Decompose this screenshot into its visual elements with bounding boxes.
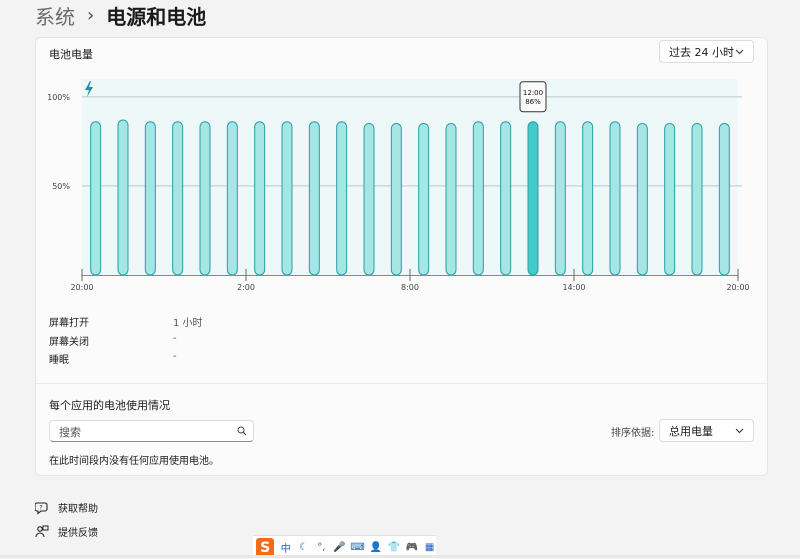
- battery-bar: [500, 121, 512, 276]
- battery-bar: [117, 119, 129, 276]
- sort-label: 排序依据:: [611, 428, 655, 439]
- get-help-label: 获取帮助: [58, 504, 98, 515]
- app-usage-title: 每个应用的电池使用情况: [49, 399, 170, 412]
- get-help-link[interactable]: ? 获取帮助: [35, 500, 98, 515]
- usage-value-sleep: -: [173, 351, 177, 362]
- x-tick-label: 20:00: [726, 283, 749, 292]
- x-tick-label: 8:00: [401, 283, 419, 292]
- battery-chart: 100% 50% 20:00 2:00 8:00 14:00 20:00 12:0086%: [47, 79, 750, 292]
- game-icon[interactable]: 🎮: [405, 541, 418, 555]
- battery-bar: [472, 121, 484, 276]
- search-input[interactable]: [57, 423, 231, 441]
- y-tick-label: 50%: [52, 182, 70, 191]
- usage-label-screen-off: 屏幕关闭: [49, 337, 89, 348]
- breadcrumb-separator: ›: [87, 4, 95, 26]
- battery-bar: [718, 123, 730, 276]
- usage-value-screen-on: 1 小时: [173, 318, 203, 329]
- battery-bar: [90, 121, 102, 276]
- battery-bar: [664, 123, 676, 276]
- battery-bar: [390, 123, 402, 276]
- battery-bar: [418, 123, 430, 276]
- page-title: 电源和电池: [106, 4, 207, 29]
- empty-app-usage-message: 在此时间段内没有任何应用使用电池。: [49, 456, 219, 467]
- apps-icon[interactable]: ▦: [423, 541, 436, 555]
- battery-bar: [527, 121, 539, 276]
- usage-label-sleep: 睡眠: [49, 355, 69, 366]
- tooltip-level: 86%: [525, 98, 541, 106]
- battery-bar: [582, 121, 594, 276]
- feedback-icon: [35, 525, 49, 537]
- battery-bar: [144, 121, 156, 276]
- battery-bar: [199, 121, 211, 276]
- svg-text:?: ?: [39, 504, 42, 511]
- battery-bar: [636, 123, 648, 276]
- sort-dropdown[interactable]: 总用电量: [659, 419, 754, 442]
- tooltip-time: 12:00: [523, 89, 543, 97]
- usage-label-screen-on: 屏幕打开: [49, 318, 89, 329]
- breadcrumb: 系统 › 电源和电池: [35, 0, 206, 30]
- battery-bar: [363, 123, 375, 276]
- language-toggle[interactable]: 中: [279, 541, 292, 555]
- moon-icon[interactable]: ☾: [297, 541, 310, 555]
- microphone-icon[interactable]: 🎤: [333, 541, 346, 555]
- punctuation-icon[interactable]: °,: [315, 541, 328, 555]
- battery-bar: [336, 121, 348, 276]
- search-icon[interactable]: [237, 426, 247, 436]
- battery-bar: [254, 121, 266, 276]
- battery-bar: [281, 121, 293, 276]
- battery-card: 电池电量 过去 24 小时 100% 50% 20:00 2:00 8:00 14:00…: [35, 37, 768, 476]
- sort-value: 总用电量: [669, 424, 713, 438]
- y-tick-label: 100%: [47, 93, 70, 102]
- skin-icon[interactable]: 👕: [387, 541, 400, 555]
- keyboard-icon[interactable]: ⌨: [350, 541, 364, 555]
- battery-bar: [691, 123, 703, 276]
- battery-bar: [172, 121, 184, 276]
- battery-bar: [609, 121, 621, 276]
- app-search-box: [49, 420, 254, 442]
- help-chat-icon: ?: [35, 501, 48, 515]
- user-icon[interactable]: 👤: [370, 541, 383, 555]
- x-tick-label: 20:00: [70, 283, 93, 292]
- chevron-down-icon: [735, 428, 744, 433]
- battery-bar: [226, 121, 238, 276]
- battery-bar: [308, 121, 320, 276]
- breadcrumb-parent[interactable]: 系统: [35, 1, 75, 30]
- give-feedback-link[interactable]: 提供反馈: [35, 524, 98, 539]
- section-divider: [36, 383, 767, 384]
- battery-bar: [445, 123, 457, 276]
- usage-value-screen-off: -: [173, 333, 177, 344]
- battery-bar: [554, 121, 566, 276]
- x-tick-label: 2:00: [237, 283, 255, 292]
- give-feedback-label: 提供反馈: [58, 528, 98, 539]
- x-tick-label: 14:00: [562, 283, 585, 292]
